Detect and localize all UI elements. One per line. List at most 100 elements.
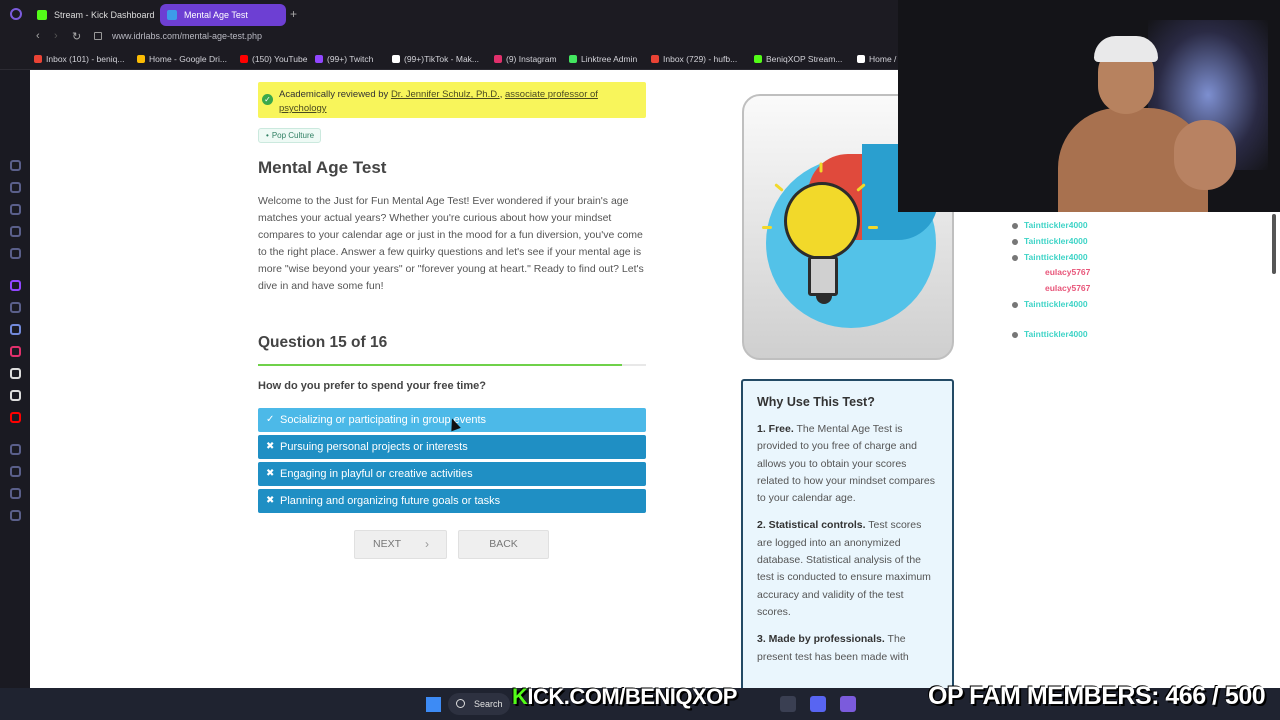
chat-badge-icon — [1012, 239, 1018, 245]
stream-chat-overlay: Tainttickler4000 Tainttickler4000 Taintt… — [1004, 214, 1280, 374]
category-tag[interactable]: Pop Culture — [258, 128, 322, 143]
tab-kick-dashboard[interactable]: Stream - Kick Dashboard — [30, 4, 156, 26]
taskbar-search[interactable]: Search — [448, 693, 510, 715]
m-icon[interactable] — [10, 248, 21, 259]
taskbar-app-icon[interactable] — [780, 696, 796, 712]
progress-fill — [258, 364, 622, 366]
stream-url-text: ICK.COM/BENIQXOP — [527, 684, 737, 709]
tab-mental-age-test[interactable]: Mental Age Test — [160, 4, 286, 26]
chat-username[interactable]: Tainttickler4000 — [1024, 220, 1088, 230]
gear-icon[interactable] — [10, 510, 21, 521]
why-use-this-test-card: Why Use This Test? 1. Free. The Mental A… — [741, 379, 954, 688]
chat-badge-icon — [1012, 332, 1018, 338]
cube-icon[interactable] — [10, 466, 21, 477]
messenger-icon[interactable] — [10, 160, 21, 171]
chat-message: eulacy5767 — [1045, 283, 1090, 293]
why-item-heading: 3. Made by professionals. — [757, 633, 885, 646]
windows-start-icon[interactable] — [426, 697, 441, 712]
bookmark-linktree[interactable]: Linktree Admin — [569, 54, 637, 64]
bookmark-label: (99+) Twitch — [327, 54, 374, 64]
url-field[interactable]: www.idrlabs.com/mental-age-test.php — [112, 31, 262, 41]
review-prefix: Academically reviewed by — [279, 89, 389, 100]
reviewer-link[interactable]: Dr. Jennifer Schulz, Ph.D. — [391, 89, 500, 100]
answer-label: Engaging in playful or creative activiti… — [280, 468, 473, 480]
question-text: How do you prefer to spend your free tim… — [258, 380, 486, 392]
bookmark-label: (150) YouTube — [252, 54, 308, 64]
chat-badge-icon — [1012, 302, 1018, 308]
bookmark-inbox[interactable]: Inbox (729) - hufb... — [651, 54, 737, 64]
taskbar-app-icon[interactable] — [840, 696, 856, 712]
webcam-person-hand — [1174, 120, 1236, 190]
bookmark-google-drive[interactable]: Home - Google Dri... — [137, 54, 227, 64]
bookmark-twitch[interactable]: (99+) Twitch — [315, 54, 373, 64]
back-arrow-icon[interactable]: ‹ — [36, 30, 40, 42]
new-tab-button[interactable]: + — [290, 7, 297, 21]
chat-username[interactable]: Tainttickler4000 — [1024, 329, 1088, 339]
bookmark-tiktok[interactable]: (99+)TikTok - Mak... — [392, 54, 479, 64]
bookmark-label: Linktree Admin — [581, 54, 638, 64]
chat-username[interactable]: Tainttickler4000 — [1024, 236, 1088, 246]
bookmark-label: Inbox (729) - hufb... — [663, 54, 738, 64]
instagram-icon[interactable] — [10, 346, 21, 357]
light-ray — [868, 226, 878, 229]
instagram-icon — [494, 55, 502, 63]
x-icon[interactable] — [10, 390, 21, 401]
bookmark-label: Home / — [869, 54, 897, 64]
discord-icon[interactable] — [10, 324, 21, 335]
progress-bar — [258, 364, 646, 366]
idrlabs-icon — [167, 10, 177, 20]
review-text: Academically reviewed by Dr. Jennifer Sc… — [279, 88, 639, 116]
chat-message: eulacy5767 — [1045, 267, 1090, 277]
review-separator: , — [499, 89, 503, 100]
answer-label: Planning and organizing future goals or … — [280, 495, 501, 507]
chat-username[interactable]: eulacy5767 — [1045, 267, 1090, 277]
reload-icon[interactable]: ↻ — [72, 30, 81, 43]
youtube-icon[interactable] — [10, 412, 21, 423]
discord-icon[interactable] — [810, 696, 826, 712]
bookmark-gmail[interactable]: Inbox (101) - beniq... — [34, 54, 124, 64]
forward-arrow-icon[interactable]: › — [54, 30, 58, 42]
gamepad-icon[interactable] — [10, 226, 21, 237]
lock-icon — [94, 32, 102, 40]
refresh-icon[interactable] — [10, 182, 21, 193]
bulb-icon[interactable] — [10, 488, 21, 499]
back-button[interactable]: BACK — [458, 530, 549, 559]
tab-label: Stream - Kick Dashboard — [54, 10, 155, 20]
why-item-text: Test scores are logged into an anonymize… — [757, 519, 931, 618]
chat-message: Tainttickler4000 — [1024, 329, 1088, 339]
taskbar-search-label: Search — [474, 699, 503, 709]
chat-username[interactable]: eulacy5767 — [1045, 283, 1090, 293]
question-counter: Question 15 of 16 — [258, 334, 388, 351]
twitch-icon — [315, 55, 323, 63]
sparkle-icon[interactable] — [10, 302, 21, 313]
browser-sidebar — [0, 70, 30, 688]
x-icon — [857, 55, 865, 63]
clock-icon[interactable] — [10, 444, 21, 455]
bookmark-youtube[interactable]: (150) YouTube — [240, 54, 307, 64]
intro-paragraph: Welcome to the Just for Fun Mental Age T… — [258, 195, 644, 292]
twitch-icon[interactable] — [10, 280, 21, 291]
chat-username[interactable]: Tainttickler4000 — [1024, 252, 1088, 262]
chat-message: Tainttickler4000 — [1024, 299, 1088, 309]
bag-icon[interactable] — [10, 204, 21, 215]
bookmark-kick-stream[interactable]: BeniqXOP Stream... — [754, 54, 842, 64]
answer-option[interactable]: ✖ Pursuing personal projects or interest… — [258, 435, 646, 459]
chevron-right-icon: › — [425, 537, 429, 551]
check-icon: ✓ — [266, 414, 275, 425]
answer-option[interactable]: ✖ Planning and organizing future goals o… — [258, 489, 646, 513]
chat-badge-icon — [1012, 255, 1018, 261]
lightbulb-base — [808, 256, 838, 296]
light-ray — [762, 226, 772, 229]
bookmark-instagram[interactable]: (9) Instagram — [494, 54, 557, 64]
bookmark-x[interactable]: Home / — [857, 54, 896, 64]
checkmark-icon: ✓ — [262, 94, 273, 105]
tiktok-icon — [392, 55, 400, 63]
chat-username[interactable]: Tainttickler4000 — [1024, 299, 1088, 309]
chat-scrollbar[interactable] — [1272, 214, 1276, 274]
tiktok-icon[interactable] — [10, 368, 21, 379]
answer-option[interactable]: ✖ Engaging in playful or creative activi… — [258, 462, 646, 486]
youtube-icon — [240, 55, 248, 63]
light-ray — [819, 162, 823, 173]
cross-icon: ✖ — [266, 468, 275, 479]
next-button[interactable]: NEXT › — [354, 530, 447, 559]
